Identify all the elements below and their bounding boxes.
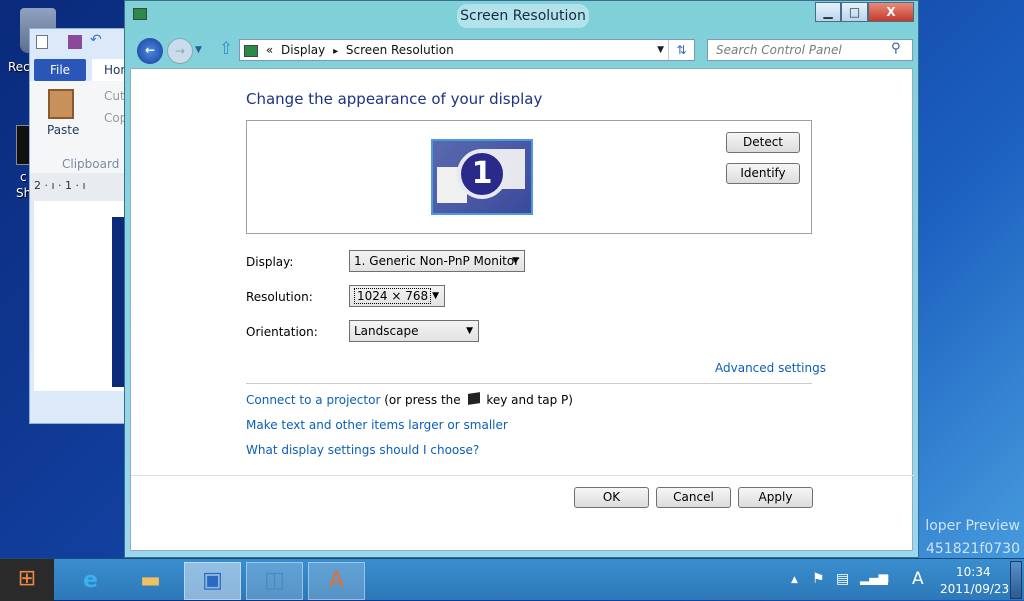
content-pane: Change the appearance of your display 1 … [130,68,914,551]
text-size-link[interactable]: Make text and other items larger or smal… [246,418,508,432]
breadcrumb-screen-resolution[interactable]: Screen Resolution [346,43,454,57]
back-button[interactable]: ← [137,38,163,64]
window-app-icon [133,8,147,20]
show-desktop-button[interactable] [1010,561,1022,599]
display-help-link[interactable]: What display settings should I choose? [246,443,479,457]
orientation-select[interactable]: Landscape ▼ [349,320,479,342]
cut-button[interactable]: Cut [104,89,125,103]
clipboard-group-label: Clipboard [62,157,120,171]
close-button[interactable]: X [868,2,914,22]
page-heading: Change the appearance of your display [246,90,543,108]
maximize-button[interactable]: □ [841,2,868,22]
resolution-label: Resolution: [246,290,313,304]
display-label: Display: [246,255,294,269]
chevron-down-icon: ▼ [512,256,519,266]
paste-icon[interactable] [48,89,74,119]
refresh-icon[interactable]: ⇅ [668,40,694,60]
ok-button[interactable]: OK [574,487,649,508]
windows-key-icon [467,392,480,405]
advanced-settings-link[interactable]: Advanced settings [715,361,826,375]
detect-button[interactable]: Detect [726,132,800,153]
show-hidden-icons-button[interactable]: ▲ [791,575,798,585]
breadcrumb-overflow[interactable]: « [266,43,273,57]
action-center-flag-icon[interactable]: ⚑ [812,571,825,587]
breadcrumb-separator[interactable]: ▸ [333,46,338,57]
wordpad-app-icon [36,35,48,49]
clock-time[interactable]: 10:34 [956,565,991,579]
footer-divider [131,475,914,476]
clock-date[interactable]: 2011/09/23 [940,582,1009,596]
projector-line: Connect to a projector (or press the key… [246,392,573,407]
monitor-1-icon[interactable]: 1 [431,139,533,215]
undo-icon[interactable]: ↶ [90,32,102,48]
address-bar[interactable]: « Display ▸ Screen Resolution ▼ ⇅ [239,39,695,61]
wordpad-taskbar-button[interactable]: A [308,562,365,600]
file-explorer-icon[interactable]: ▬ [122,562,179,600]
orientation-label: Orientation: [246,325,318,339]
display-select-value: 1. Generic Non-PnP Monitor [354,254,520,268]
chevron-down-icon: ▼ [432,291,439,301]
search-input[interactable]: Search Control Panel [707,39,913,61]
start-button[interactable]: ⊞ [0,559,54,601]
internet-explorer-icon[interactable]: e [62,562,119,600]
identify-button[interactable]: Identify [726,163,800,184]
screen-resolution-window[interactable]: Screen Resolution ▁ □ X ← → ▼ ⇧ « Displa… [124,0,919,558]
monitor-number-badge: 1 [457,149,507,199]
resolution-select[interactable]: 1024 × 768 ▼ [349,285,445,307]
performance-monitor-taskbar-button[interactable]: ◫ [246,562,303,600]
connect-projector-link[interactable]: Connect to a projector [246,393,380,407]
resolution-select-value: 1024 × 768 [354,288,432,304]
projector-hint: (or press the [384,393,461,407]
ime-indicator[interactable]: A [912,569,924,589]
up-arrow-icon[interactable]: ⇧ [219,39,233,59]
breadcrumb-display[interactable]: Display [281,43,325,57]
recent-pages-dropdown-icon[interactable]: ▼ [195,45,202,55]
shortcut-label: c [20,170,27,184]
address-dropdown-icon[interactable]: ▼ [657,40,664,60]
window-title: Screen Resolution [457,4,589,28]
recycle-bin-label: Rec [8,60,30,74]
divider [246,383,812,384]
watermark-line-2: 451821f0730 [925,541,1020,557]
display-select[interactable]: 1. Generic Non-PnP Monitor ▼ [349,250,525,272]
watermark-line-1: loper Preview [925,518,1020,534]
projector-hint-2: key and tap P) [486,393,573,407]
minimize-button[interactable]: ▁ [815,2,841,22]
display-preview: 1 Detect Identify [246,120,812,234]
control-panel-icon [244,44,258,57]
search-icon[interactable]: ⚲ [891,41,901,56]
forward-button[interactable]: → [167,38,193,64]
wordpad-window[interactable]: ↶ File Hon Paste Cut Cop Clipboard 2 · ı… [29,28,142,424]
orientation-select-value: Landscape [354,324,419,338]
chevron-down-icon: ▼ [466,326,473,336]
power-plug-icon[interactable]: ▤ [836,571,849,587]
file-tab[interactable]: File [34,59,86,81]
save-icon[interactable] [68,35,82,49]
cancel-button[interactable]: Cancel [656,487,731,508]
volume-icon[interactable]: 🔈︎ [884,571,892,587]
taskbar: ⊞ e ▬ ▣ ◫ A ▲ ⚑ ▤ ▂▄▆ 🔈︎ A 10:34 2011/09… [0,558,1024,601]
control-panel-taskbar-button[interactable]: ▣ [184,562,241,600]
apply-button[interactable]: Apply [738,487,813,508]
paste-button[interactable]: Paste [47,123,79,137]
